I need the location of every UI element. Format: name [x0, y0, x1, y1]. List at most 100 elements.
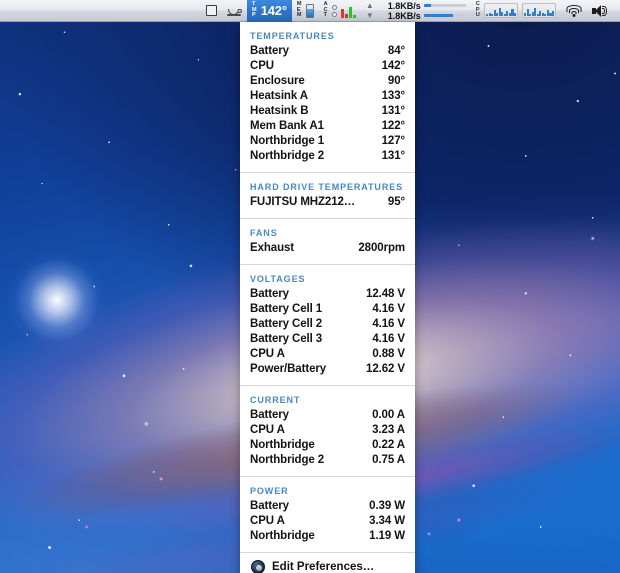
sensor-row: Heatsink B 131°: [250, 104, 405, 119]
sensor-row: Battery 12.48 V: [250, 287, 405, 302]
edit-preferences-button[interactable]: Edit Preferences…: [240, 553, 415, 573]
download-speed: 1.8KB/s: [387, 10, 421, 21]
menubar-activity-item[interactable]: A C T: [319, 0, 361, 22]
sensor-label: Northbridge: [250, 530, 315, 542]
sensor-value: 131°: [381, 105, 405, 117]
tmp-label: T M P: [251, 1, 257, 19]
coffee-icon: [226, 5, 242, 17]
panel-section: TEMPERATURES Battery 84° CPU 142° Enclosure 90…: [240, 22, 415, 164]
sensor-label: Northbridge 1: [250, 135, 325, 147]
sensor-value: 84°: [387, 45, 405, 57]
sensor-label: CPU A: [250, 515, 285, 527]
sensor-label: Battery Cell 3: [250, 333, 323, 345]
sensor-row: CPU A 3.34 W: [250, 514, 405, 529]
sensor-label: Northbridge 2: [250, 454, 325, 466]
sensor-label: CPU A: [250, 348, 285, 360]
temperature-monitor-dropdown: TEMPERATURES Battery 84° CPU 142° Enclosure 90…: [240, 22, 415, 573]
sensor-value: 0.75 A: [372, 454, 405, 466]
sensor-value: 90°: [387, 75, 405, 87]
menubar-coffee-item[interactable]: [222, 0, 247, 22]
memory-gauge-icon: [305, 3, 314, 18]
sensor-value: 127°: [381, 135, 405, 147]
window-icon: [205, 5, 217, 16]
sensor-row: Heatsink A 133°: [250, 89, 405, 104]
sensor-row: Battery Cell 1 4.16 V: [250, 302, 405, 317]
sensor-row: Northbridge 1 127°: [250, 134, 405, 149]
sensor-row: Northbridge 0.22 A: [250, 438, 405, 453]
sensor-value: 131°: [381, 150, 405, 162]
sensor-label: Battery Cell 1: [250, 303, 323, 315]
sensor-label: CPU A: [250, 424, 285, 436]
sensor-label: Northbridge 2: [250, 150, 325, 162]
sensor-row: Battery 84°: [250, 44, 405, 59]
sensor-label: Exhaust: [250, 242, 295, 254]
menubar-temperature-item[interactable]: T M P 142°: [246, 0, 292, 22]
menubar-memory-item[interactable]: M E M: [292, 0, 319, 22]
sensor-value: 12.62 V: [366, 363, 405, 375]
sensor-value: 3.23 A: [372, 424, 405, 436]
sensor-row: Battery 0.00 A: [250, 408, 405, 423]
menubar-cpu-item[interactable]: C P U: [471, 0, 561, 22]
sensor-value: 4.16 V: [372, 303, 405, 315]
section-header: VOLTAGES: [250, 274, 306, 284]
sensor-row: Battery Cell 3 4.16 V: [250, 332, 405, 347]
panel-section: CURRENT Battery 0.00 A CPU A 3.23 A Northbrid…: [240, 386, 415, 468]
volume-icon: [592, 4, 609, 17]
sensor-value: 0.39 W: [369, 500, 405, 512]
cpu-history-graph-2: [522, 3, 556, 18]
sensor-label: Enclosure: [250, 75, 305, 87]
tmp-value: 142°: [260, 3, 287, 18]
cpu-label: C P U: [475, 1, 480, 19]
section-header: POWER: [250, 486, 289, 496]
network-readout: ▲ 1.8KB/s ▼ 1.8KB/s: [366, 1, 466, 21]
menubar-wifi-item[interactable]: [561, 0, 587, 22]
sensor-value: 12.48 V: [366, 288, 405, 300]
upload-arrow-icon: ▲: [365, 0, 374, 10]
cpu-history-graph-1: [484, 3, 518, 18]
sensor-label: Battery: [250, 288, 289, 300]
sensor-label: FUJITSU MHZ212…: [250, 196, 356, 208]
sensor-value: 133°: [381, 90, 405, 102]
sensor-value: 95°: [387, 196, 405, 208]
download-bar: [423, 14, 466, 17]
sensor-row: CPU 142°: [250, 59, 405, 74]
sensor-row: Northbridge 2 0.75 A: [250, 453, 405, 468]
sensor-label: Battery Cell 2: [250, 318, 323, 330]
sensor-value: 142°: [381, 60, 405, 72]
sensor-row: Exhaust 2800rpm: [250, 241, 405, 256]
activity-dots-icon: [331, 4, 337, 17]
sensor-row: Northbridge 1.19 W: [250, 529, 405, 544]
panel-sections: TEMPERATURES Battery 84° CPU 142° Enclosure 90…: [240, 22, 415, 544]
sensor-row: Mem Bank A1 122°: [250, 119, 405, 134]
preferences-icon: [251, 560, 265, 573]
edit-preferences-label: Edit Preferences…: [272, 561, 375, 573]
sensor-row: Northbridge 2 131°: [250, 149, 405, 164]
panel-section: HARD DRIVE TEMPERATURES FUJITSU MHZ212… 95…: [240, 173, 415, 210]
upload-bar: [423, 4, 466, 7]
sensor-value: 122°: [381, 120, 405, 132]
mem-label: M E M: [296, 1, 302, 19]
sensor-value: 3.34 W: [369, 515, 405, 527]
sensor-value: 2800rpm: [358, 242, 405, 254]
menubar-volume-item[interactable]: [587, 0, 614, 22]
wifi-icon: [566, 4, 582, 17]
sensor-row: Enclosure 90°: [250, 74, 405, 89]
panel-section: POWER Battery 0.39 W CPU A 3.34 W Northbridge…: [240, 477, 415, 544]
sensor-value: 1.19 W: [369, 530, 405, 542]
desktop-screen: T M P 142° M E M A C T ▲ 1.8KB/s ▼ 1.8KB…: [0, 0, 620, 573]
section-header: HARD DRIVE TEMPERATURES: [250, 182, 404, 192]
download-arrow-icon: ▼: [365, 10, 374, 20]
sensor-label: CPU: [250, 60, 274, 72]
sensor-row: CPU A 0.88 V: [250, 347, 405, 362]
menubar-window-item[interactable]: [201, 0, 222, 22]
sensor-label: Heatsink B: [250, 105, 309, 117]
sensor-label: Battery: [250, 45, 289, 57]
sensor-row: Power/Battery 12.62 V: [250, 362, 405, 377]
activity-spikes-icon: [340, 4, 356, 18]
sensor-value: 4.16 V: [372, 333, 405, 345]
sensor-value: 0.00 A: [372, 409, 405, 421]
menu-bar: T M P 142° M E M A C T ▲ 1.8KB/s ▼ 1.8KB…: [0, 0, 620, 22]
sensor-label: Power/Battery: [250, 363, 327, 375]
sensor-label: Battery: [250, 409, 289, 421]
menubar-network-item[interactable]: ▲ 1.8KB/s ▼ 1.8KB/s: [361, 0, 471, 22]
